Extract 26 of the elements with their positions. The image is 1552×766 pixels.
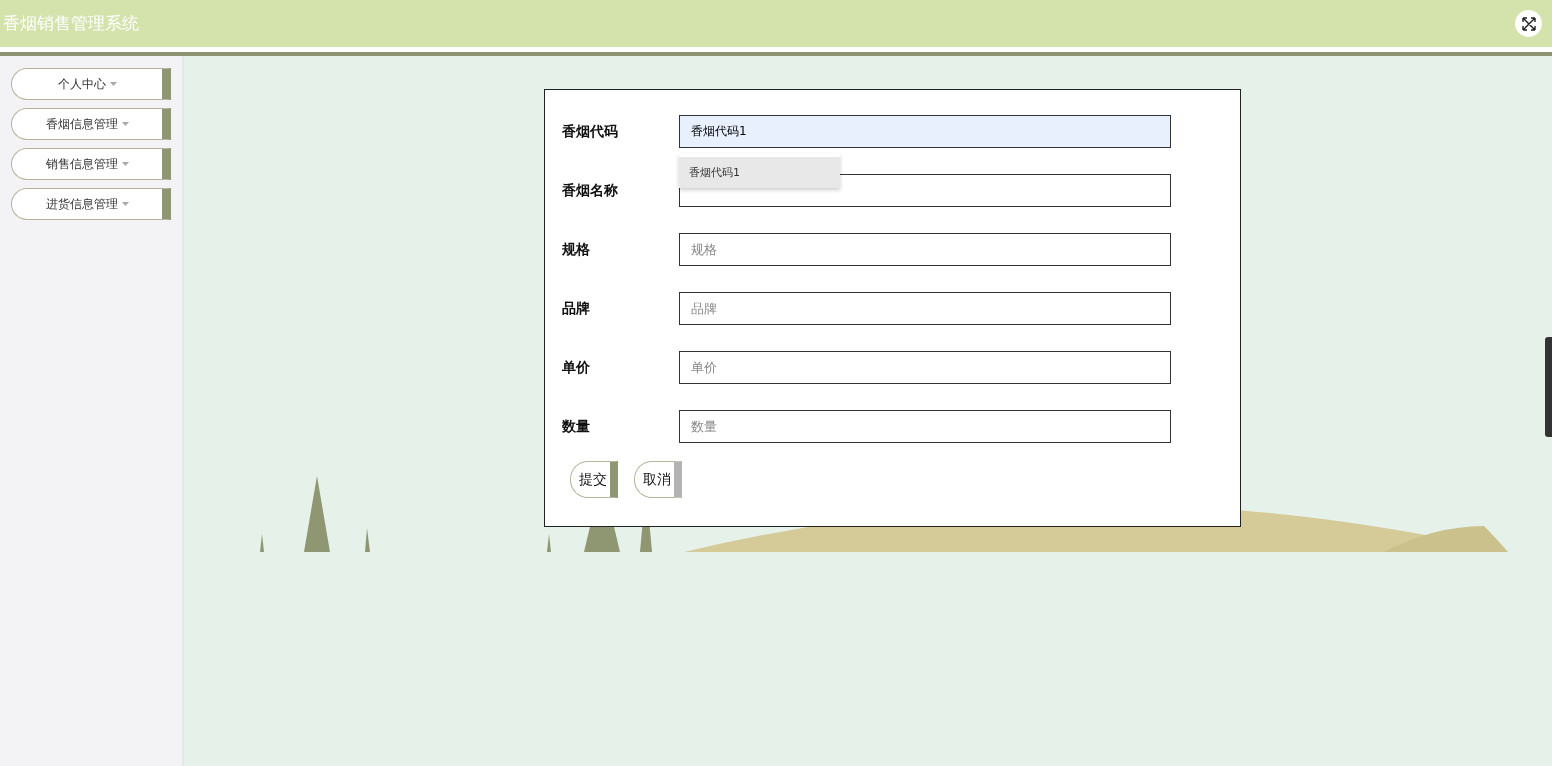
text-field[interactable]: 数量 bbox=[679, 410, 1171, 443]
cancel-button[interactable]: 取消 bbox=[634, 461, 682, 498]
text-field[interactable]: 单价 bbox=[679, 351, 1171, 384]
scrollbar-thumb[interactable] bbox=[1545, 337, 1552, 437]
field-label: 规格 bbox=[562, 240, 591, 259]
menu-item[interactable]: 进货信息管理 bbox=[11, 188, 171, 220]
field-label: 单价 bbox=[562, 358, 591, 377]
field-label: 香烟代码 bbox=[562, 122, 619, 141]
text-field[interactable]: 规格 bbox=[679, 233, 1171, 266]
text-field[interactable]: 品牌 bbox=[679, 292, 1171, 325]
app-title: 香烟销售管理系统 bbox=[3, 12, 139, 35]
submit-button[interactable]: 提交 bbox=[570, 461, 618, 498]
menu-item[interactable]: 个人中心 bbox=[11, 68, 171, 100]
caret-icon bbox=[121, 122, 129, 126]
menu-item[interactable]: 销售信息管理 bbox=[11, 148, 171, 180]
field-label: 数量 bbox=[562, 417, 591, 436]
fullscreen-button[interactable] bbox=[1515, 10, 1542, 37]
field-label: 品牌 bbox=[562, 299, 591, 318]
field-label: 香烟名称 bbox=[562, 181, 619, 200]
suggestion-item[interactable]: 香烟代码1 bbox=[679, 157, 840, 188]
caret-icon bbox=[109, 82, 117, 86]
expand-icon bbox=[1521, 16, 1536, 31]
menu-item[interactable]: 香烟信息管理 bbox=[11, 108, 171, 140]
caret-icon bbox=[121, 162, 129, 166]
caret-icon bbox=[121, 202, 129, 206]
text-field[interactable]: 香烟代码1 bbox=[679, 115, 1171, 148]
